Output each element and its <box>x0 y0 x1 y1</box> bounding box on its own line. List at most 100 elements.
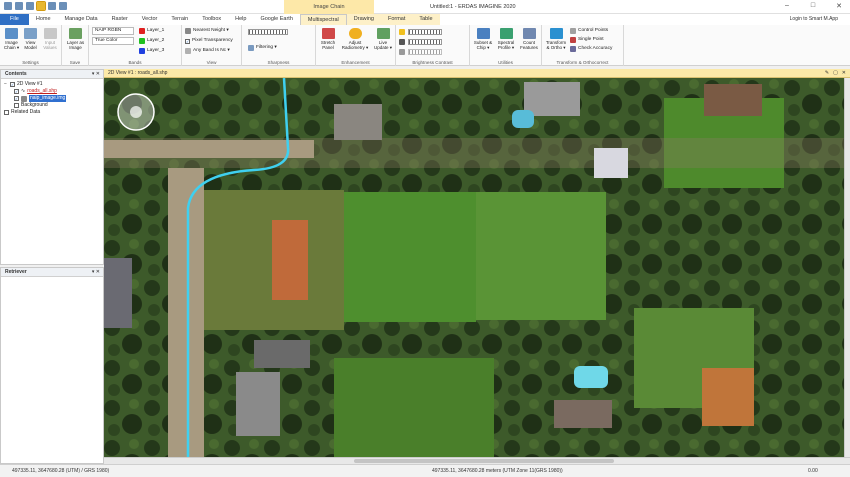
adjust-radiometry-button[interactable]: Adjust Radiometry ▾ <box>340 28 370 50</box>
subset-chip-button[interactable]: Subset & Chip ▾ <box>472 28 494 50</box>
tab-toolbox[interactable]: Toolbox <box>195 14 228 25</box>
undo-icon[interactable] <box>48 2 56 10</box>
redo-icon[interactable] <box>59 2 67 10</box>
input-values-button[interactable]: Input Values <box>41 28 59 50</box>
layer1-band[interactable]: Layer_1 <box>139 27 164 35</box>
gamma-slider[interactable] <box>408 49 442 55</box>
lawn-lower <box>334 358 494 457</box>
minimize-button[interactable]: – <box>780 2 794 10</box>
tab-google-earth[interactable]: Google Earth <box>253 14 299 25</box>
background-checkbox[interactable] <box>14 103 19 108</box>
contrast-icon <box>399 39 405 45</box>
layer-as-image-button[interactable]: Layer as Image <box>65 28 86 50</box>
print-icon[interactable] <box>26 2 34 10</box>
image-checkbox[interactable] <box>14 96 19 101</box>
color-mode-dropdown[interactable]: True Color <box>92 37 134 45</box>
input-values-icon <box>43 28 57 39</box>
window-controls: – □ ✕ <box>780 2 846 10</box>
retriever-pin-close[interactable]: ▾ ✕ <box>92 268 100 277</box>
pan-center-icon[interactable] <box>130 106 142 118</box>
image-chain-button[interactable]: Image Chain ▾ <box>3 28 20 50</box>
tree-background[interactable]: Background <box>4 102 103 109</box>
live-update-button[interactable]: Live Update ▾ <box>372 28 394 50</box>
group-enhancement: Stretch Panel Adjust Radiometry ▾ Live U… <box>316 25 396 66</box>
single-point-button[interactable]: Single Point <box>570 36 604 44</box>
tab-home[interactable]: Home <box>29 14 58 25</box>
pixel-transparency-toggle[interactable]: Pixel Transparency <box>185 37 233 45</box>
spectral-profile-button[interactable]: Spectral Profile ▾ <box>495 28 517 50</box>
group-bands: NAIP RGBN True Color Layer_1 Layer_2 Lay… <box>89 25 182 66</box>
roads-checkbox[interactable] <box>14 89 19 94</box>
context-tab-title: Image Chain <box>284 0 374 14</box>
group-label-transform: Transform & Orthocorrect <box>556 60 609 65</box>
status-left-coords: 497335.11, 3647680.28 (UTM) / GRS 1980) <box>12 468 110 474</box>
edit-icon[interactable]: ✎ <box>825 69 829 78</box>
close-button[interactable]: ✕ <box>832 2 846 10</box>
tree-view-item[interactable]: −2D View #1 <box>4 81 103 88</box>
green-band-icon <box>139 38 145 44</box>
tab-multispectral[interactable]: Multispectral <box>299 14 347 25</box>
horizontal-scrollbar[interactable] <box>104 457 850 464</box>
view-checkbox[interactable] <box>10 82 15 87</box>
group-utilities: Subset & Chip ▾ Spectral Profile ▾ Count… <box>470 25 542 66</box>
lawn-center <box>344 192 476 322</box>
tab-table[interactable]: Table <box>412 14 440 25</box>
horizontal-scroll-thumb[interactable] <box>354 459 614 463</box>
any-band-dropdown[interactable]: Any Band Is Nc ▾ <box>185 47 230 55</box>
tab-drawing[interactable]: Drawing <box>346 14 381 25</box>
tab-terrain[interactable]: Terrain <box>164 14 195 25</box>
sun-icon <box>348 28 362 39</box>
tab-manage-data[interactable]: Manage Data <box>58 14 105 25</box>
tree-related-data[interactable]: Related Data <box>4 109 103 116</box>
maximize-button[interactable]: □ <box>806 2 820 10</box>
group-label-save: Save <box>69 60 81 65</box>
contrast-slider[interactable] <box>408 39 442 45</box>
road-top <box>104 140 314 158</box>
filtering-dropdown[interactable]: Filtering ▾ <box>248 44 277 52</box>
group-label-bands: Bands <box>128 60 142 65</box>
tree-layer-image[interactable]: naip_image.img <box>4 95 103 102</box>
stretch-panel-button[interactable]: Stretch Panel <box>318 28 338 50</box>
tab-format[interactable]: Format <box>380 14 413 25</box>
contents-pin-close[interactable]: ▾ ✕ <box>92 70 100 79</box>
check-accuracy-button[interactable]: Check Accuracy <box>570 45 612 53</box>
tree-layer-roads[interactable]: ∿roads_all.shp <box>4 88 103 95</box>
open-icon[interactable] <box>36 1 46 11</box>
view-header: 2D View #1 : roads_all.shp ✎ ▢ ✕ <box>104 69 850 78</box>
blue-band-icon <box>139 48 145 54</box>
status-center-coords: 497335.11, 3647680.28 meters (UTM Zone 1… <box>432 468 563 474</box>
layer-as-image-icon <box>69 28 82 39</box>
lawn-right <box>476 192 606 320</box>
house-lower-mid <box>554 400 612 428</box>
view-model-icon <box>24 28 37 39</box>
restore-icon[interactable]: ▢ <box>833 69 838 78</box>
group-label-settings: Settings <box>22 60 39 65</box>
tab-file[interactable]: File <box>0 14 29 25</box>
map-canvas[interactable] <box>104 78 844 457</box>
sharpness-slider[interactable] <box>248 29 288 35</box>
pixel-transparency-checkbox[interactable] <box>185 38 190 44</box>
subset-icon <box>476 28 490 39</box>
count-features-button[interactable]: Count Features <box>518 28 540 50</box>
tab-vector[interactable]: Vector <box>135 14 165 25</box>
login-link[interactable]: Login to Smart M.App <box>790 14 838 25</box>
save-icon[interactable] <box>15 2 23 10</box>
tab-help[interactable]: Help <box>228 14 253 25</box>
transform-ortho-button[interactable]: Transform & Ortho ▾ <box>544 28 568 50</box>
band-combination-dropdown[interactable]: NAIP RGBN <box>92 27 134 35</box>
vertical-scrollbar[interactable] <box>844 78 850 457</box>
resample-dropdown[interactable]: Nearest Neight ▾ <box>185 27 229 35</box>
tab-raster[interactable]: Raster <box>105 14 135 25</box>
view-model-button[interactable]: View Model <box>22 28 39 50</box>
count-features-icon <box>522 28 536 39</box>
app-icon[interactable] <box>4 2 12 10</box>
related-checkbox[interactable] <box>4 110 9 115</box>
close-view-icon[interactable]: ✕ <box>842 69 846 78</box>
band-null-icon <box>185 48 191 54</box>
brightness-slider[interactable] <box>408 29 442 35</box>
image-chain-icon <box>5 28 18 39</box>
layer3-band[interactable]: Layer_3 <box>139 47 164 55</box>
control-points-button[interactable]: Control Points <box>570 27 608 35</box>
collapse-icon[interactable]: − <box>4 81 8 88</box>
layer2-band[interactable]: Layer_2 <box>139 37 164 45</box>
